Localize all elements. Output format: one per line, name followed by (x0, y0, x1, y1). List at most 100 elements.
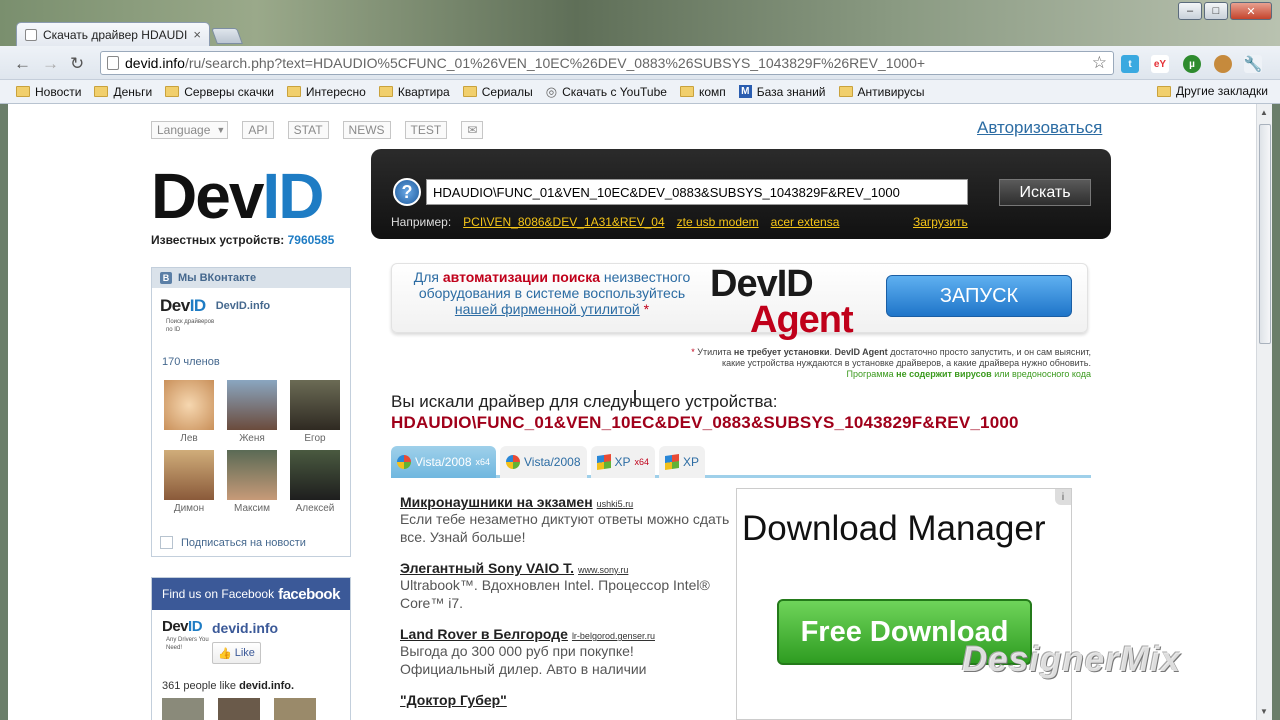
vk-group[interactable]: DevID DevID.info (160, 296, 270, 316)
bookmark-item[interactable]: M База знаний (738, 84, 826, 99)
scrollbar-thumb[interactable] (1259, 124, 1271, 344)
minimize-button[interactable]: – (1178, 2, 1202, 20)
nav-test[interactable]: TEST (404, 121, 448, 139)
like-button[interactable]: 👍 Like (212, 642, 261, 664)
vk-member[interactable]: Максим (227, 450, 277, 514)
example-link[interactable]: zte usb modem (677, 215, 759, 229)
bookmark-item[interactable]: Серверы скачки (165, 85, 274, 99)
new-tab-button[interactable] (211, 28, 243, 44)
close-icon[interactable]: × (193, 27, 201, 42)
subscribe-checkbox[interactable] (160, 536, 173, 549)
ad-domain[interactable]: ushki5.ru (597, 499, 634, 509)
window-controls: – □ ✕ (1178, 2, 1272, 20)
example-link[interactable]: PCI\VEN_8086&DEV_1A31&REV_04 (463, 215, 664, 229)
login-link[interactable]: Авторизоваться (977, 118, 1102, 138)
nav-stat[interactable]: STAT (287, 121, 329, 139)
help-icon[interactable]: ? (393, 178, 421, 206)
ad-item[interactable]: Land Rover в Белгороде lr-belgorod.genser… (400, 626, 730, 678)
cookie-icon[interactable] (1214, 55, 1232, 73)
bookmark-item[interactable]: Квартира (378, 85, 450, 99)
tab-vista-x64[interactable]: Vista/2008 x64 (391, 446, 497, 478)
logo-id: ID (188, 618, 203, 635)
bookmark-item[interactable]: Деньги (94, 85, 152, 99)
vk-member[interactable]: Женя (227, 380, 277, 444)
search-input[interactable] (426, 179, 968, 205)
ad-title[interactable]: Микронаушники на экзамен (400, 494, 593, 510)
page-scrollbar[interactable]: ▲ ▼ (1256, 104, 1272, 720)
nav-api[interactable]: API (242, 121, 274, 139)
download-manager-ad[interactable]: i Download Manager Free Download (736, 488, 1072, 720)
ad-title[interactable]: Land Rover в Белгороде (400, 626, 568, 642)
forward-arrow-icon[interactable]: → (42, 54, 59, 74)
vk-group-name[interactable]: DevID.info (216, 300, 270, 316)
avatar[interactable] (274, 698, 316, 720)
search-button[interactable]: Искать (999, 179, 1091, 206)
globe-icon: ◎ (545, 83, 558, 99)
fb-page-logo[interactable]: DevID (162, 618, 203, 635)
launch-button[interactable]: ЗАПУСК (886, 275, 1072, 317)
avatar[interactable] (162, 698, 204, 720)
known-devices: Известных устройств: 7960585 (151, 233, 334, 247)
example-link[interactable]: acer extensa (771, 215, 840, 229)
avatar[interactable] (218, 698, 260, 720)
back-arrow-icon[interactable]: ← (14, 54, 31, 74)
ad-domain[interactable]: www.sony.ru (578, 565, 628, 575)
folder-icon (838, 86, 853, 97)
bookmark-label: База знаний (756, 84, 826, 99)
ad-title[interactable]: Элегантный Sony VAIO T. (400, 560, 574, 576)
fb-page-name[interactable]: devid.info (212, 620, 278, 636)
vk-members[interactable]: 170 членов (162, 356, 220, 368)
fb-count-prefix: 361 people like (162, 680, 237, 692)
ebay-icon[interactable]: eY (1151, 55, 1169, 73)
subscribe-label: Подписаться на новости (181, 536, 306, 549)
devid-logo[interactable]: DevID (151, 164, 324, 228)
avatar (227, 380, 277, 430)
note-l3b: не содержит вирусов (896, 369, 992, 379)
ad-item[interactable]: Элегантный Sony VAIO T. www.sony.ru Ultra… (400, 560, 730, 612)
wrench-icon[interactable]: 🔧 (1244, 55, 1262, 73)
info-icon[interactable]: i (1055, 489, 1071, 505)
utorrent-icon[interactable]: µ (1183, 55, 1201, 73)
bookmark-item[interactable]: Сериалы (462, 85, 533, 99)
folder-icon (165, 86, 180, 97)
vk-member[interactable]: Алексей (290, 450, 340, 514)
vk-subscribe[interactable]: Подписаться на новости (160, 536, 306, 549)
bookmark-item[interactable]: комп (679, 85, 726, 99)
tab-xp-x64[interactable]: XP x64 (590, 446, 656, 478)
scroll-down-icon[interactable]: ▼ (1260, 707, 1268, 716)
tab-xp[interactable]: XP (659, 446, 706, 478)
note-l1f: достаточно просто запустить, и он сам вы… (887, 347, 1091, 357)
nav-news[interactable]: NEWS (342, 121, 391, 139)
ad-title[interactable]: "Доктор Губер" (400, 692, 507, 708)
address-bar[interactable]: devid.info/ru/search.php?text=HDAUDIO%5C… (100, 51, 1114, 75)
os-tabs: Vista/2008 x64 Vista/2008 XP x64 XP (391, 446, 1091, 478)
member-name: Лев (180, 433, 198, 444)
ad-item[interactable]: "Доктор Губер" (400, 692, 730, 708)
maximize-button[interactable]: □ (1204, 2, 1228, 20)
bookmark-item[interactable]: ◎ Скачать с YouTube (546, 84, 667, 100)
star-icon[interactable]: ☆ (1092, 53, 1107, 73)
twitter-icon[interactable]: t (1121, 55, 1139, 73)
other-bookmarks[interactable]: Другие закладки (1157, 84, 1268, 98)
ad-domain[interactable]: lr-belgorod.genser.ru (572, 631, 655, 641)
bookmark-item[interactable]: Новости (16, 85, 81, 99)
bookmark-item[interactable]: Антивирусы (838, 85, 924, 99)
vk-member[interactable]: Лев (164, 380, 214, 444)
bookmark-item[interactable]: Интересно (286, 85, 366, 99)
language-select[interactable]: Language ▼ (151, 121, 229, 139)
window-titlebar: Скачать драйвер HDAUDIC × – □ ✕ (0, 0, 1280, 46)
tab-vista[interactable]: Vista/2008 (500, 446, 587, 478)
vk-member[interactable]: Егор (290, 380, 340, 444)
scroll-up-icon[interactable]: ▲ (1260, 108, 1268, 117)
note-l1b: Утилита (697, 347, 734, 357)
utility-link[interactable]: нашей фирменной утилитой (455, 301, 640, 317)
browser-tab[interactable]: Скачать драйвер HDAUDIC × (16, 22, 210, 46)
upload-link[interactable]: Загрузить (913, 215, 968, 229)
envelope-icon[interactable]: ✉ (461, 121, 484, 139)
vk-member[interactable]: Димон (164, 450, 214, 514)
reload-icon[interactable]: ↻ (70, 54, 84, 74)
avatar (164, 450, 214, 500)
logo-agent: Agent (750, 299, 854, 341)
close-button[interactable]: ✕ (1230, 2, 1272, 20)
ad-item[interactable]: Микронаушники на экзамен ushki5.ru Если т… (400, 494, 730, 546)
